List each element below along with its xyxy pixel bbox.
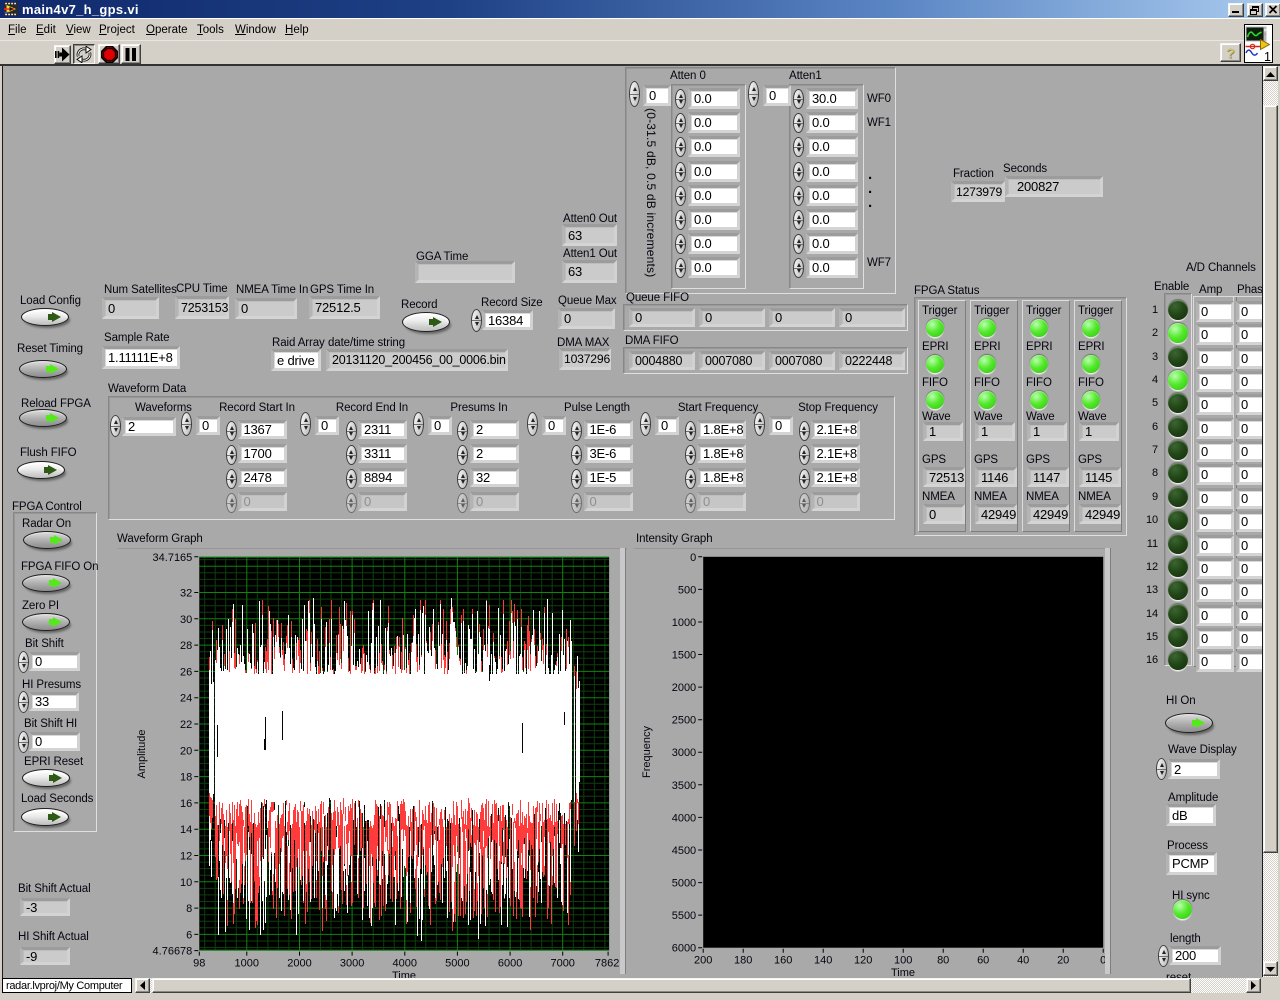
- svg-text:4500: 4500: [672, 845, 696, 857]
- svg-text:20: 20: [180, 745, 192, 757]
- svg-text:Amplitude: Amplitude: [136, 730, 148, 779]
- svg-text:140: 140: [814, 955, 832, 967]
- svg-text:160: 160: [774, 955, 792, 967]
- svg-text:18: 18: [180, 772, 192, 784]
- svg-text:4.76678: 4.76678: [153, 946, 193, 958]
- svg-text:120: 120: [854, 955, 872, 967]
- svg-text:7862: 7862: [595, 958, 619, 970]
- svg-text:14: 14: [180, 824, 192, 836]
- svg-text:8: 8: [186, 903, 192, 915]
- svg-text:32: 32: [180, 588, 192, 600]
- svg-text:6000: 6000: [498, 958, 522, 970]
- svg-text:2000: 2000: [672, 682, 696, 694]
- svg-text:22: 22: [180, 719, 192, 731]
- svg-text:5000: 5000: [445, 958, 469, 970]
- svg-text:0: 0: [690, 552, 696, 564]
- svg-text:Frequency: Frequency: [641, 726, 653, 778]
- svg-text:180: 180: [734, 955, 752, 967]
- svg-text:Time: Time: [891, 967, 915, 978]
- svg-text:26: 26: [180, 666, 192, 678]
- svg-text:16: 16: [180, 798, 192, 810]
- svg-text:24: 24: [180, 693, 192, 705]
- svg-text:4000: 4000: [672, 812, 696, 824]
- svg-text:100: 100: [894, 955, 912, 967]
- svg-text:3500: 3500: [672, 780, 696, 792]
- svg-text:5000: 5000: [672, 878, 696, 890]
- svg-text:5500: 5500: [672, 910, 696, 922]
- svg-text:2000: 2000: [287, 958, 311, 970]
- svg-text:1000: 1000: [672, 617, 696, 629]
- svg-text:20: 20: [1057, 955, 1069, 967]
- svg-text:Time: Time: [392, 970, 416, 978]
- svg-text:2500: 2500: [672, 715, 696, 727]
- svg-text:200: 200: [694, 955, 712, 967]
- svg-text:1500: 1500: [672, 650, 696, 662]
- svg-text:3000: 3000: [340, 958, 364, 970]
- svg-text:28: 28: [180, 640, 192, 652]
- svg-text:4000: 4000: [393, 958, 417, 970]
- svg-text:3000: 3000: [672, 747, 696, 759]
- svg-text:10: 10: [180, 877, 192, 889]
- svg-text:6000: 6000: [672, 943, 696, 955]
- svg-text:98: 98: [193, 958, 205, 970]
- svg-text:1000: 1000: [235, 958, 259, 970]
- svg-text:7000: 7000: [550, 958, 574, 970]
- svg-text:80: 80: [937, 955, 949, 967]
- svg-text:34.7165: 34.7165: [153, 552, 193, 564]
- svg-text:30: 30: [180, 614, 192, 626]
- svg-text:60: 60: [977, 955, 989, 967]
- svg-text:40: 40: [1017, 955, 1029, 967]
- svg-text:1: 1: [1264, 50, 1271, 62]
- svg-text:500: 500: [678, 584, 696, 596]
- svg-text:12: 12: [180, 851, 192, 863]
- svg-text:6: 6: [186, 929, 192, 941]
